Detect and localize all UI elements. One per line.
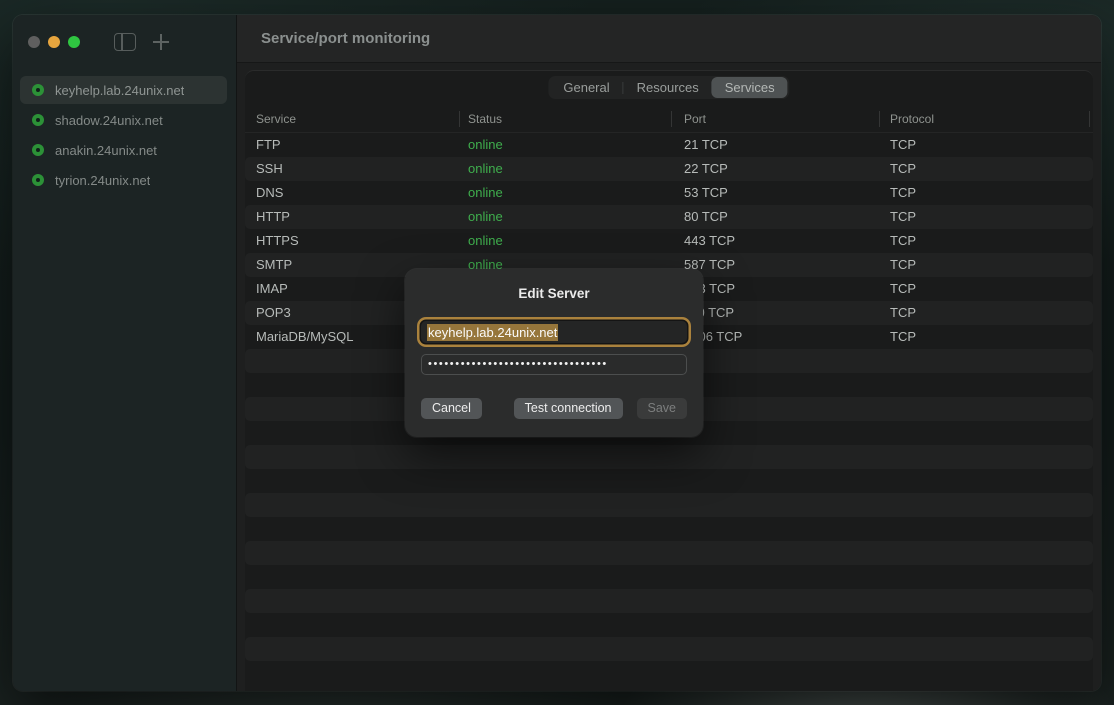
table-row[interactable]: DNS online 53 TCP TCP (245, 181, 1093, 205)
protocol-cell: TCP (890, 257, 916, 272)
desktop: { "window_title": "Service/port monitori… (0, 0, 1114, 705)
protocol-cell: TCP (890, 161, 916, 176)
service-cell: IMAP (256, 281, 288, 296)
column-header-protocol[interactable]: Protocol (890, 112, 934, 126)
status-cell: online (468, 137, 503, 152)
test-connection-button[interactable]: Test connection (514, 398, 623, 419)
protocol-cell: TCP (890, 305, 916, 320)
server-label: shadow.24unix.net (55, 113, 163, 128)
service-cell: HTTPS (256, 233, 299, 248)
hostname-input[interactable]: keyhelp.lab.24unix.net (421, 321, 687, 343)
status-cell: online (468, 185, 503, 200)
tab-general[interactable]: General (550, 77, 622, 98)
status-cell: online (468, 209, 503, 224)
column-divider (459, 111, 460, 127)
sidebar-toggle-icon[interactable] (114, 33, 136, 51)
table-row-empty (245, 541, 1093, 565)
table-row-empty (245, 637, 1093, 661)
table-row[interactable]: SSH online 22 TCP TCP (245, 157, 1093, 181)
password-input[interactable]: ••••••••••••••••••••••••••••••••• (421, 354, 687, 375)
service-cell: SSH (256, 161, 283, 176)
cancel-button[interactable]: Cancel (421, 398, 482, 419)
table-row-empty (245, 445, 1093, 469)
sidebar-item-server-1[interactable]: shadow.24unix.net (20, 106, 227, 134)
server-status-icon (32, 174, 44, 186)
hostname-value: keyhelp.lab.24unix.net (427, 324, 558, 341)
protocol-cell: TCP (890, 281, 916, 296)
port-cell: 22 TCP (684, 161, 728, 176)
close-button[interactable] (28, 36, 40, 48)
tab-bar: GeneralResourcesServices (548, 76, 789, 99)
save-button[interactable]: Save (637, 398, 688, 419)
table-row-empty (245, 493, 1093, 517)
service-cell: FTP (256, 137, 281, 152)
protocol-cell: TCP (890, 137, 916, 152)
status-cell: online (468, 233, 503, 248)
table-row[interactable]: FTP online 21 TCP TCP (245, 133, 1093, 157)
minimize-button[interactable] (48, 36, 60, 48)
zoom-button[interactable] (68, 36, 80, 48)
table-row[interactable]: HTTP online 80 TCP TCP (245, 205, 1093, 229)
protocol-cell: TCP (890, 233, 916, 248)
password-masked-value: ••••••••••••••••••••••••••••••••• (428, 358, 608, 370)
table-row-empty (245, 517, 1093, 541)
sidebar-item-server-3[interactable]: tyrion.24unix.net (20, 166, 227, 194)
sidebar-item-server-0[interactable]: keyhelp.lab.24unix.net (20, 76, 227, 104)
port-cell: 443 TCP (684, 233, 735, 248)
column-divider (879, 111, 880, 127)
dialog-title: Edit Server (421, 286, 687, 301)
server-label: tyrion.24unix.net (55, 173, 150, 188)
table-row-empty (245, 469, 1093, 493)
sidebar-item-server-2[interactable]: anakin.24unix.net (20, 136, 227, 164)
server-status-icon (32, 114, 44, 126)
service-cell: SMTP (256, 257, 292, 272)
column-header-service[interactable]: Service (256, 112, 296, 126)
server-status-icon (32, 84, 44, 96)
port-cell: 21 TCP (684, 137, 728, 152)
server-list: keyhelp.lab.24unix.net shadow.24unix.net a… (13, 76, 236, 194)
table-header: Service Status Port Protocol (245, 105, 1093, 133)
edit-server-dialog: Edit Server keyhelp.lab.24unix.net •••••… (405, 269, 703, 437)
protocol-cell: TCP (890, 209, 916, 224)
table-row-empty (245, 589, 1093, 613)
window-titlebar: Service/port monitoring (237, 15, 1101, 63)
service-cell: DNS (256, 185, 283, 200)
service-cell: HTTP (256, 209, 290, 224)
table-row-empty (245, 613, 1093, 637)
dialog-buttons: Cancel Test connection Save (421, 398, 687, 419)
add-server-icon[interactable] (152, 33, 170, 51)
column-header-port[interactable]: Port (684, 112, 706, 126)
server-status-icon (32, 144, 44, 156)
service-cell: MariaDB/MySQL (256, 329, 354, 344)
tab-services[interactable]: Services (712, 77, 788, 98)
protocol-cell: TCP (890, 185, 916, 200)
page-title: Service/port monitoring (261, 30, 430, 47)
port-cell: 53 TCP (684, 185, 728, 200)
tab-resources[interactable]: Resources (624, 77, 712, 98)
column-divider (1089, 111, 1090, 127)
titlebar-controls (13, 15, 236, 69)
status-cell: online (468, 161, 503, 176)
server-label: anakin.24unix.net (55, 143, 157, 158)
table-row-empty (245, 565, 1093, 589)
table-row[interactable]: HTTPS online 443 TCP TCP (245, 229, 1093, 253)
sidebar: keyhelp.lab.24unix.net shadow.24unix.net a… (13, 15, 237, 691)
column-divider (671, 111, 672, 127)
server-label: keyhelp.lab.24unix.net (55, 83, 184, 98)
column-header-status[interactable]: Status (468, 112, 502, 126)
protocol-cell: TCP (890, 329, 916, 344)
port-cell: 80 TCP (684, 209, 728, 224)
service-cell: POP3 (256, 305, 291, 320)
